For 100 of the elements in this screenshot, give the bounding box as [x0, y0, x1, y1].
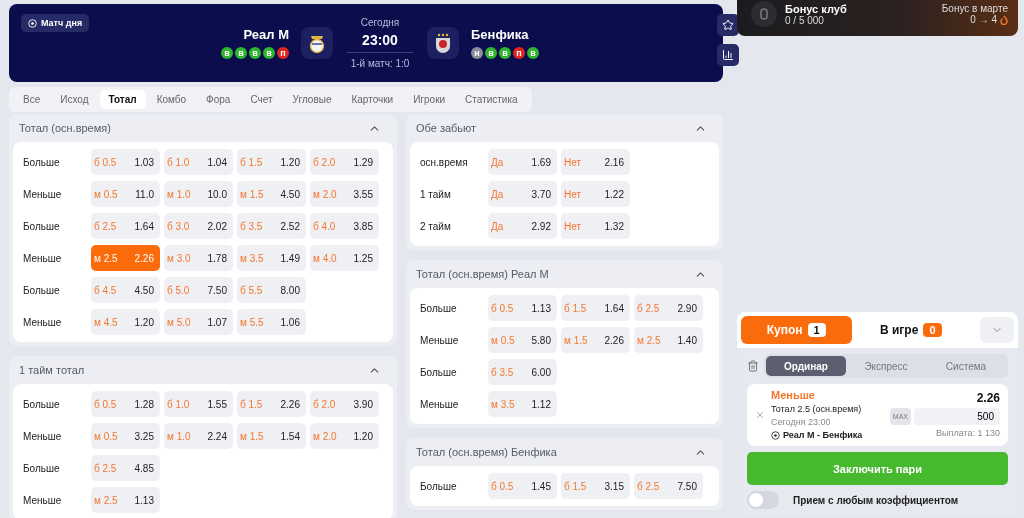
odds-button[interactable]: б 0.5 1.13	[488, 295, 557, 321]
row-label: Меньше	[23, 188, 63, 200]
odds-button[interactable]: м 0.5 11.0	[91, 181, 160, 207]
odds-button[interactable]: м 1.0 10.0	[164, 181, 233, 207]
odds-button[interactable]: б 5.0 7.50	[164, 277, 233, 303]
odds-button[interactable]: б 4.5 4.50	[91, 277, 160, 303]
market-tab[interactable]: Карточки	[342, 90, 403, 109]
favorite-button[interactable]	[717, 14, 739, 36]
odds-button[interactable]: м 2.5 1.13	[91, 487, 160, 513]
row-label: Меньше	[420, 334, 460, 346]
odds-button[interactable]: Да 3.70	[488, 181, 557, 207]
odds-button[interactable]: м 2.0 1.20	[310, 423, 379, 449]
fire-icon	[1000, 14, 1008, 25]
odds-button[interactable]: м 3.0 1.78	[164, 245, 233, 271]
row-label: Меньше	[23, 316, 63, 328]
odds-button[interactable]: м 1.5 1.54	[237, 423, 306, 449]
odds-button[interactable]: Да 1.69	[488, 149, 557, 175]
bet-type-tab[interactable]: Экспресс	[846, 356, 926, 376]
odds-button[interactable]: Нет 2.16	[561, 149, 630, 175]
row-label: Больше	[23, 156, 61, 168]
row-label: Больше	[420, 302, 458, 314]
market-tab[interactable]: Исход	[51, 90, 98, 109]
row-label: Меньше	[23, 430, 63, 442]
market-tab[interactable]: Угловые	[283, 90, 341, 109]
odds-button[interactable]: б 2.5 2.90	[634, 295, 703, 321]
delete-icon[interactable]	[747, 360, 759, 372]
odds-button[interactable]: б 0.5 1.03	[91, 149, 160, 175]
market-tab[interactable]: Комбо	[147, 90, 196, 109]
odds-button[interactable]: м 3.5 1.49	[237, 245, 306, 271]
bonus-title: Бонус клуб	[785, 2, 847, 15]
odds-button[interactable]: м 5.0 1.07	[164, 309, 233, 335]
odds-button[interactable]: б 1.5 1.64	[561, 295, 630, 321]
form-result: п	[513, 47, 525, 59]
odds-button[interactable]: б 3.0 2.02	[164, 213, 233, 239]
bet-odds: 2.26	[976, 391, 1000, 405]
market-tab[interactable]: Фора	[197, 90, 240, 109]
club-crest-icon	[433, 32, 453, 54]
odds-button[interactable]: м 1.5 4.50	[237, 181, 306, 207]
odds-button[interactable]: м 4.5 1.20	[91, 309, 160, 335]
odds-button[interactable]: б 2.5 7.50	[634, 473, 703, 499]
form-result: в	[527, 47, 539, 59]
odds-button[interactable]: б 4.0 3.85	[310, 213, 379, 239]
row-label: Больше	[23, 220, 61, 232]
odds-button[interactable]: м 0.5 5.80	[488, 327, 557, 353]
odds-button[interactable]: б 2.5 1.64	[91, 213, 160, 239]
toggle-switch[interactable]	[747, 491, 779, 509]
odds-button[interactable]: б 3.5 6.00	[488, 359, 557, 385]
bar-chart-icon	[722, 49, 734, 61]
ball-icon	[28, 18, 37, 28]
odds-button[interactable]: Нет 1.22	[561, 181, 630, 207]
odds-button[interactable]: м 3.5 1.12	[488, 391, 557, 417]
odds-button[interactable]: б 2.5 4.85	[91, 455, 160, 481]
market-title: Тотал (осн.время) Бенфика	[416, 446, 557, 458]
market-tab[interactable]: Счет	[241, 90, 282, 109]
odds-button[interactable]: б 0.5 1.28	[91, 391, 160, 417]
bet-pick: Меньше	[771, 389, 816, 401]
team-name: Бенфика	[471, 27, 529, 42]
odds-button[interactable]: б 5.5 8.00	[237, 277, 306, 303]
stats-button[interactable]	[717, 44, 739, 66]
market-tab[interactable]: Статистика	[456, 90, 527, 109]
match-time: 23:00	[347, 32, 413, 53]
market-tab[interactable]: Игроки	[404, 90, 455, 109]
odds-button[interactable]: б 2.0 3.90	[310, 391, 379, 417]
bet-time: Сегодня 23:00	[771, 417, 832, 427]
toggle-label: Прием с любым коэффициентом	[793, 494, 959, 506]
odds-button[interactable]: б 0.5 1.45	[488, 473, 557, 499]
odds-button[interactable]: Нет 1.32	[561, 213, 630, 239]
bet-match: Реал М - Бенфика	[783, 430, 863, 440]
odds-button[interactable]: м 4.0 1.25	[310, 245, 379, 271]
market-title: Тотал (осн.время) Реал М	[416, 268, 549, 280]
market-title: Обе забьют	[416, 122, 477, 134]
odds-button[interactable]: б 1.0 1.04	[164, 149, 233, 175]
form-result: в	[263, 47, 275, 59]
odds-button[interactable]: б 1.5 1.20	[237, 149, 306, 175]
bet-type-tab[interactable]: Система	[926, 356, 1006, 376]
bet-type-tab[interactable]: Ординар	[766, 356, 846, 376]
form-result: в	[235, 47, 247, 59]
close-icon[interactable]	[755, 409, 765, 420]
first-leg-score: 1-й матч: 1:0	[350, 58, 410, 69]
odds-button[interactable]: м 5.5 1.06	[237, 309, 306, 335]
market-tab[interactable]: Все	[14, 90, 50, 109]
market-tab[interactable]: Тотал	[99, 90, 146, 109]
odds-button[interactable]: б 1.5 2.26	[237, 391, 306, 417]
odds-button[interactable]: б 3.5 2.52	[237, 213, 306, 239]
odds-button[interactable]: м 0.5 3.25	[91, 423, 160, 449]
row-label: осн.время	[420, 156, 469, 168]
odds-button[interactable]: б 1.0 1.55	[164, 391, 233, 417]
odds-button[interactable]: м 2.5 1.40	[634, 327, 703, 353]
bonus-month: Бонус в марте	[941, 3, 1008, 14]
bonus-club-card[interactable]: Бонус клуб 0 / 5 000 Бонус в марте 0 → 4	[737, 0, 1018, 36]
odds-button[interactable]: б 1.5 3.15	[561, 473, 630, 499]
odds-button[interactable]: Да 2.92	[488, 213, 557, 239]
odds-button[interactable]: б 2.0 1.29	[310, 149, 379, 175]
coupon-tab[interactable]: Купон 1	[741, 316, 852, 344]
row-label: 1 тайм	[420, 188, 452, 200]
stake-field[interactable]: 500	[914, 408, 1000, 425]
market-title: 1 тайм тотал	[19, 364, 85, 376]
odds-button[interactable]: м 1.0 2.24	[164, 423, 233, 449]
odds-button[interactable]: м 2.0 3.55	[310, 181, 379, 207]
odds-button[interactable]: м 1.5 2.26	[561, 327, 630, 353]
